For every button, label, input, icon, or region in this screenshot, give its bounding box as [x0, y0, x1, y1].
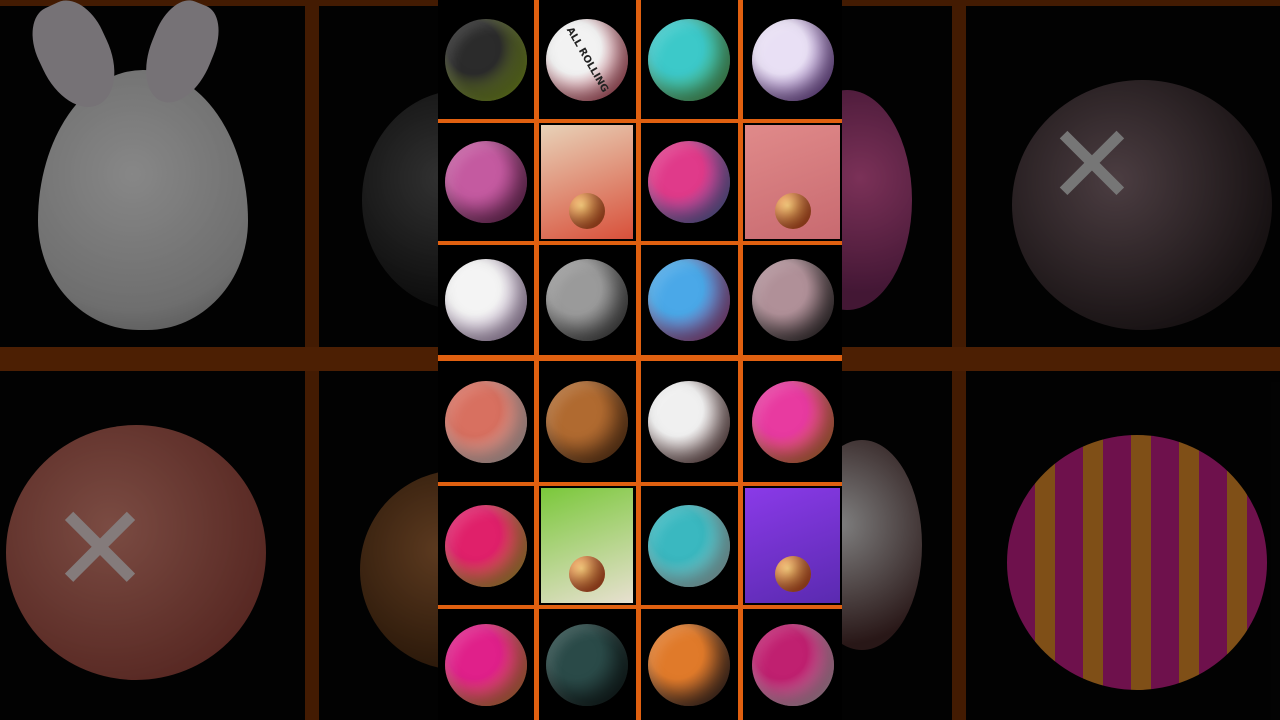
ball-cell[interactable] — [743, 0, 842, 119]
mini-ball-icon — [569, 556, 605, 593]
track-scene-cubes — [745, 125, 840, 239]
ball-cell[interactable] — [438, 486, 534, 605]
all-rolling-ball-icon: ALL ROLLING — [546, 18, 628, 101]
ball-cell[interactable] — [743, 123, 842, 241]
ball-cell[interactable] — [438, 123, 534, 241]
ball-cell[interactable] — [743, 361, 842, 482]
ball-cell[interactable] — [641, 123, 737, 241]
red-cross-ball-icon — [445, 380, 527, 463]
ball-cell[interactable] — [641, 486, 737, 605]
ball-cell[interactable] — [438, 609, 534, 720]
earth-lowpoly-ball-icon — [648, 18, 730, 101]
ball-cell[interactable] — [641, 609, 737, 720]
planet-ring-ball-icon — [751, 18, 834, 101]
bunny-egg-ball-icon — [445, 259, 527, 341]
ball-cell[interactable] — [743, 245, 842, 355]
basketball-pink-icon — [445, 141, 527, 223]
purple-track-scene — [745, 488, 840, 603]
ball-cell[interactable] — [539, 361, 635, 482]
angry-face-ball-icon — [751, 623, 834, 706]
right-blurred-background: ✕ — [842, 0, 1280, 720]
ball-cell[interactable] — [539, 486, 635, 605]
ball-label: ALL ROLLING — [563, 25, 611, 94]
mini-ball-icon — [774, 192, 811, 229]
ball-cell[interactable] — [641, 361, 737, 482]
circus-ball-icon — [751, 380, 834, 463]
bg-dim-overlay — [0, 0, 438, 720]
earth-ball-icon — [648, 504, 730, 587]
coconut-ball-icon — [648, 380, 730, 463]
paw-print-ball-icon — [445, 623, 527, 706]
ball-cell[interactable] — [438, 361, 534, 482]
hex-orange-ball-icon — [648, 623, 730, 706]
candy-track-scene — [541, 488, 633, 603]
ball-cell[interactable] — [641, 0, 737, 119]
mini-ball-icon — [774, 556, 811, 593]
ball-cell[interactable] — [539, 123, 635, 241]
ball-cell[interactable] — [438, 245, 534, 355]
track-scene-spiky-ball — [541, 125, 633, 239]
bg-dim-overlay — [842, 0, 1280, 720]
ball-cell[interactable] — [743, 609, 842, 720]
green-chevron-ball-icon — [445, 18, 527, 101]
wooden-blocks-ball-icon — [546, 380, 628, 463]
ball-cell[interactable]: ALL ROLLING — [539, 0, 635, 119]
left-blurred-background: ✕ — [0, 0, 438, 720]
metal-moon-ball-icon — [546, 259, 628, 341]
ball-cell[interactable] — [641, 245, 737, 355]
dark-teal-ball-icon — [546, 623, 628, 706]
grey-cross-ball-icon — [751, 259, 834, 341]
ball-cell[interactable] — [539, 609, 635, 720]
captain-shield-ball-icon — [648, 141, 730, 223]
ball-cell[interactable] — [743, 486, 842, 605]
pink-yellow-ball-icon — [445, 504, 527, 587]
blue-pink-star-ball-icon — [648, 259, 730, 341]
ball-selection-grid: ALL ROLLING — [438, 0, 842, 720]
ball-cell[interactable] — [438, 0, 534, 119]
mini-ball-icon — [569, 192, 605, 229]
ball-cell[interactable] — [539, 245, 635, 355]
